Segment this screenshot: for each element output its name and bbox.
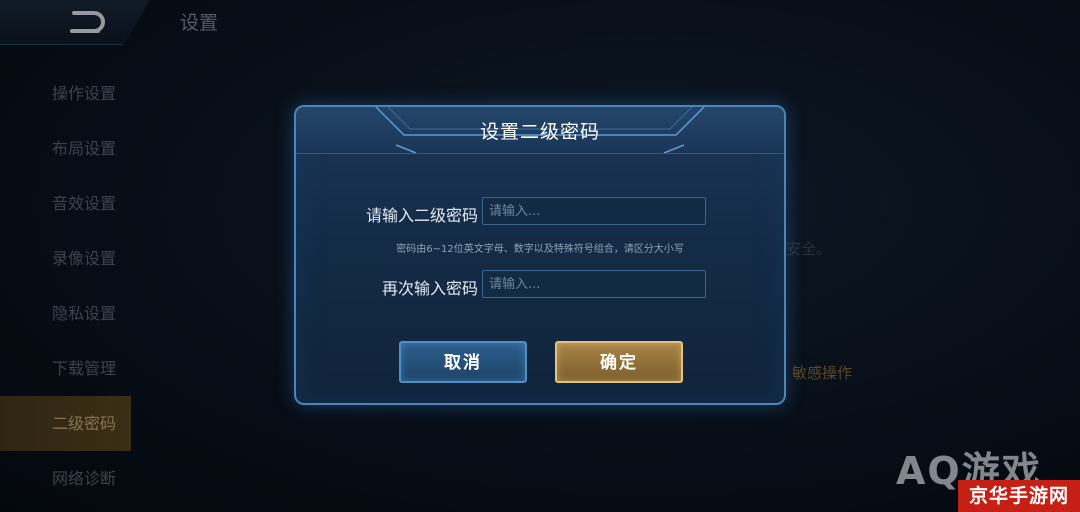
cancel-button[interactable]: 取消 [399, 341, 527, 383]
confirm-password-label: 再次输入密码 [381, 279, 478, 298]
password-label: 请输入二级密码 [365, 206, 478, 225]
dialog-header: 设置二级密码 [296, 107, 784, 154]
password-input[interactable] [482, 197, 706, 225]
site-watermark: 京华手游网 [958, 480, 1080, 512]
password-rule-hint: 密码由6~12位英文字母、数字以及特殊符号组合，请区分大小写 [396, 244, 684, 255]
set-secondary-password-dialog: 设置二级密码 请输入二级密码 密码由6~12位英文字母、数字以及特殊符号组合，请… [294, 105, 786, 405]
confirm-button[interactable]: 确定 [555, 341, 683, 383]
game-settings-screen: 设置 操作设置 布局设置 音效设置 录像设置 隐私设置 下载管理 二级密码 网络… [0, 0, 1080, 512]
dialog-title: 设置二级密码 [479, 121, 600, 143]
confirm-password-input[interactable] [482, 270, 706, 298]
